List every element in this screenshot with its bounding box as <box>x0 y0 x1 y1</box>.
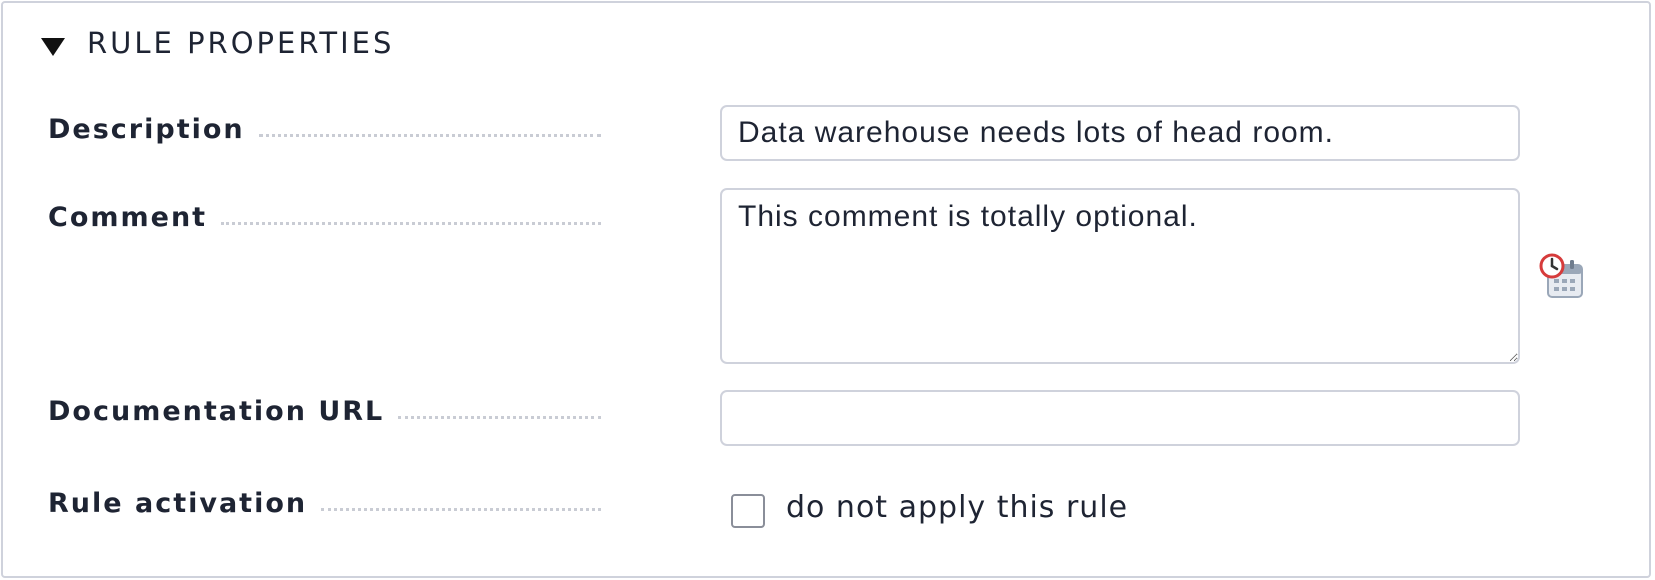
comment-textarea[interactable]: This comment is totally optional. <box>720 188 1520 364</box>
comment-label: Comment <box>48 202 208 233</box>
disable-rule-checkbox[interactable] <box>731 494 765 528</box>
description-input[interactable] <box>720 105 1520 161</box>
documentation-url-label-cell: Documentation URL <box>48 393 601 427</box>
triangle-down-icon[interactable] <box>41 38 65 56</box>
comment-label-cell: Comment <box>48 199 601 233</box>
leader-dots <box>221 222 601 225</box>
rule-activation-label: Rule activation <box>48 488 308 519</box>
documentation-url-label: Documentation URL <box>48 396 385 427</box>
clock-calendar-icon[interactable] <box>1538 253 1586 301</box>
rule-properties-header[interactable]: RULE PROPERTIES <box>41 23 394 63</box>
leader-dots <box>398 416 601 419</box>
section-title: RULE PROPERTIES <box>87 26 395 60</box>
rule-properties-panel: RULE PROPERTIES Description Comment This… <box>1 1 1651 578</box>
leader-dots <box>258 134 601 137</box>
rule-activation-label-cell: Rule activation <box>48 485 601 519</box>
leader-dots <box>321 508 601 511</box>
description-label: Description <box>48 114 245 145</box>
description-label-cell: Description <box>48 111 601 145</box>
disable-rule-checkbox-label[interactable]: do not apply this rule <box>786 490 1128 525</box>
documentation-url-input[interactable] <box>720 390 1520 446</box>
